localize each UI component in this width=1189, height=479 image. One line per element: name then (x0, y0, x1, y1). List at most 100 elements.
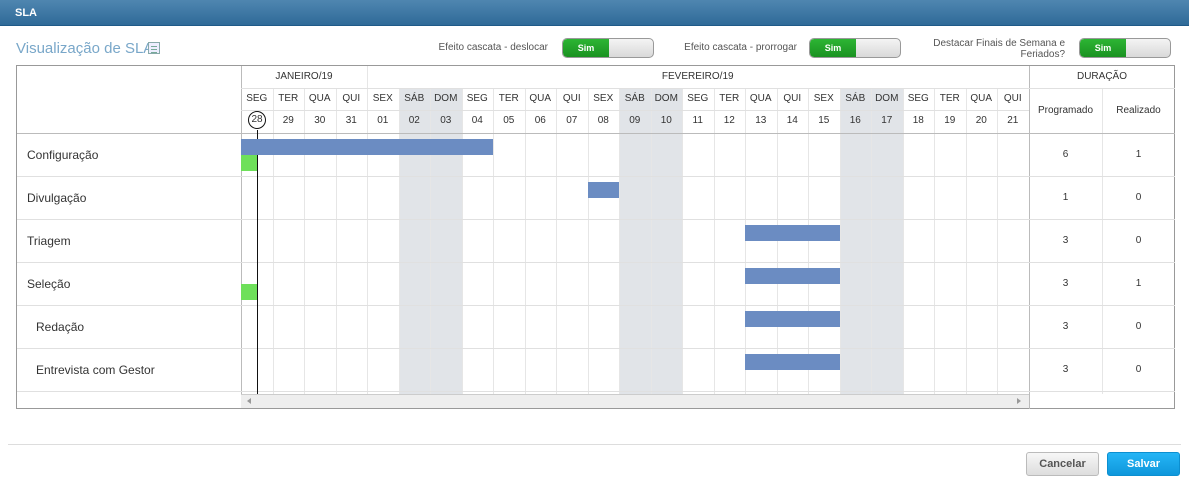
row-divider (17, 391, 1175, 392)
weekday-label: SEX (813, 93, 834, 104)
month-header: JANEIRO/19 (275, 71, 333, 82)
row-divider (17, 262, 1175, 263)
weekday-label: DOM (875, 93, 899, 104)
weekday-label: TER (278, 93, 299, 104)
row-divider (17, 176, 1175, 177)
header-divider (241, 110, 1029, 111)
page-title: Visualização de SLA (16, 40, 154, 57)
toggle-finais-semana-value: Sim (1080, 39, 1126, 57)
realizado-value: 1 (1135, 278, 1142, 289)
realizado-value: 0 (1135, 235, 1142, 246)
toggle-label-deslocar: Efeito cascata - deslocar (438, 42, 549, 53)
planned-bar[interactable] (745, 311, 840, 327)
today-marker: 28 (248, 111, 266, 129)
weekday-label: SÁB (624, 93, 645, 104)
weekday-label: QUA (749, 93, 772, 104)
weekday-label: SEG (687, 93, 709, 104)
task-name: Entrevista com Gestor (36, 363, 155, 377)
weekday-label: QUI (1003, 93, 1022, 104)
gantt-chart: JANEIRO/19 FEVEREIRO/19 SEG 28 TER 29 QUA 30 QUI… (16, 65, 1175, 409)
save-button[interactable]: Salvar (1107, 452, 1180, 476)
scroll-left-icon[interactable] (247, 398, 251, 404)
toggle-finais-semana[interactable]: Sim (1079, 38, 1171, 58)
row-divider (17, 305, 1175, 306)
weekday-label: SEX (372, 93, 393, 104)
scroll-right-icon[interactable] (1017, 398, 1021, 404)
toggle-prorrogar[interactable]: Sim (809, 38, 901, 58)
row-divider (17, 219, 1175, 220)
weekday-label: SEG (466, 93, 488, 104)
day-number: 31 (345, 115, 357, 126)
report-icon[interactable] (148, 42, 160, 54)
planned-bar[interactable] (587, 182, 619, 198)
toggle-prorrogar-value: Sim (810, 39, 856, 57)
day-number: 16 (849, 115, 861, 126)
day-number: 14 (786, 115, 798, 126)
weekday-label: QUI (783, 93, 802, 104)
programado-header: Programado (1037, 105, 1094, 116)
programado-value: 1 (1062, 192, 1069, 203)
realizado-value: 1 (1135, 149, 1142, 160)
weekday-label: TER (719, 93, 740, 104)
weekday-label: SEG (907, 93, 929, 104)
day-number: 06 (534, 115, 546, 126)
planned-bar[interactable] (745, 354, 840, 370)
day-number: 29 (282, 115, 294, 126)
column-divider (241, 66, 242, 394)
day-number: 20 (975, 115, 987, 126)
weekday-label: QUA (529, 93, 552, 104)
row-divider (17, 348, 1175, 349)
programado-value: 3 (1062, 321, 1069, 332)
day-number: 04 (471, 115, 483, 126)
weekday-label: SÁB (845, 93, 866, 104)
month-header: FEVEREIRO/19 (661, 71, 734, 82)
day-number: 13 (755, 115, 767, 126)
day-number: 15 (818, 115, 830, 126)
footer-divider (8, 444, 1181, 445)
programado-value: 3 (1062, 235, 1069, 246)
month-divider (367, 66, 368, 88)
day-number: 21 (1007, 115, 1019, 126)
window-title: SLA (15, 7, 37, 19)
day-number: 30 (314, 115, 326, 126)
weekday-label: QUA (970, 93, 993, 104)
task-name: Redação (36, 320, 85, 334)
header-divider (241, 88, 1175, 89)
day-number: 08 (597, 115, 609, 126)
planned-bar[interactable] (745, 225, 840, 241)
weekday-label: SEG (246, 93, 268, 104)
actual-bar[interactable] (241, 155, 257, 171)
weekday-label: SEX (593, 93, 614, 104)
toggle-label-prorrogar: Efeito cascata - prorrogar (684, 42, 797, 53)
task-name: Seleção (27, 277, 71, 291)
planned-bar[interactable] (745, 268, 840, 284)
day-number: 18 (912, 115, 924, 126)
task-name: Triagem (27, 234, 71, 248)
programado-value: 3 (1062, 278, 1069, 289)
weekday-label: TER (498, 93, 519, 104)
toggle-label-finais-semana: Destacar Finais de Semana e Feriados? (933, 38, 1065, 60)
realizado-value: 0 (1135, 364, 1142, 375)
today-line (257, 130, 258, 394)
weekday-label: TER (939, 93, 960, 104)
day-number: 12 (723, 115, 735, 126)
weekday-label: DOM (434, 93, 458, 104)
day-number: 01 (377, 115, 389, 126)
weekday-label: QUI (342, 93, 361, 104)
realizado-value: 0 (1135, 321, 1142, 332)
weekday-label: QUA (308, 93, 331, 104)
day-number: 11 (692, 115, 703, 126)
cancel-button[interactable]: Cancelar (1026, 452, 1099, 476)
day-number: 05 (503, 115, 515, 126)
realizado-header: Realizado (1116, 105, 1161, 116)
day-number: 02 (408, 115, 420, 126)
task-name: Configuração (27, 148, 99, 162)
day-number: 09 (629, 115, 641, 126)
day-number: 10 (660, 115, 672, 126)
actual-bar[interactable] (241, 284, 257, 300)
horizontal-scrollbar[interactable] (241, 394, 1029, 408)
realizado-value: 0 (1135, 192, 1142, 203)
planned-bar[interactable] (241, 139, 493, 155)
task-name: Divulgação (27, 191, 87, 205)
day-number: 03 (440, 115, 452, 126)
